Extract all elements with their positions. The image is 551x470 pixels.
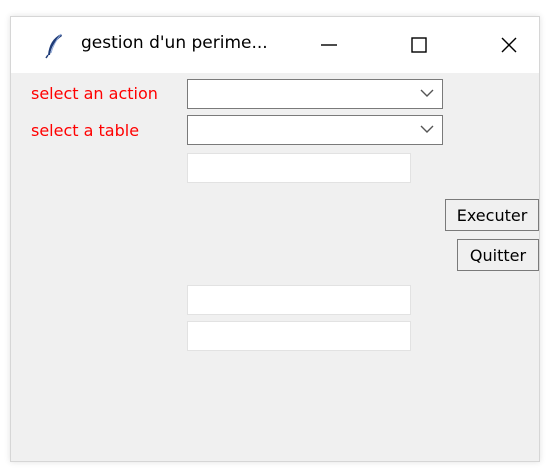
close-icon	[501, 37, 517, 53]
close-button[interactable]	[479, 17, 539, 73]
app-window: gestion d'un perime... select an action …	[10, 16, 540, 462]
feather-icon	[45, 33, 62, 59]
window-title: gestion d'un perime...	[81, 33, 268, 53]
maximize-button[interactable]	[389, 17, 449, 73]
chevron-down-icon[interactable]	[420, 124, 434, 134]
entry-field-3[interactable]	[187, 321, 411, 351]
entry-field-2[interactable]	[187, 285, 411, 315]
action-select[interactable]	[187, 79, 443, 109]
minimize-button[interactable]	[299, 17, 359, 73]
execute-button[interactable]: Executer	[445, 199, 539, 231]
maximize-icon	[411, 37, 427, 53]
minimize-icon	[321, 44, 337, 46]
chevron-down-icon[interactable]	[420, 88, 434, 98]
entry-field-1[interactable]	[187, 153, 411, 183]
action-label: select an action	[31, 84, 158, 103]
quit-button[interactable]: Quitter	[457, 239, 539, 271]
table-select[interactable]	[187, 115, 443, 145]
table-label: select a table	[31, 121, 140, 140]
title-bar[interactable]: gestion d'un perime...	[11, 17, 539, 73]
